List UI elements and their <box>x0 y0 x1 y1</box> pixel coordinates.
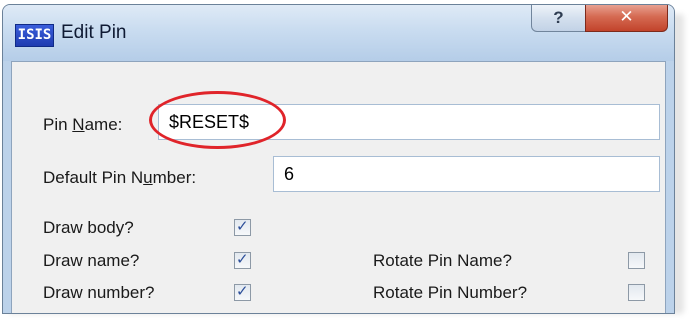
close-button[interactable]: ✕ <box>585 5 668 32</box>
help-button[interactable]: ? <box>531 5 586 32</box>
edit-pin-dialog: ISIS Edit Pin ? ✕ Pin Name: $RESET$ Defa… <box>2 4 675 314</box>
pin-name-label: Pin Name: <box>43 115 123 134</box>
draw-number-checkbox[interactable]: ✓ <box>234 282 251 301</box>
pin-name-input[interactable]: $RESET$ <box>158 104 660 140</box>
check-icon: ✓ <box>236 250 249 268</box>
default-pin-number-input[interactable]: 6 <box>273 156 660 192</box>
draw-number-label: Draw number? <box>43 283 155 302</box>
pin-number-accelerator: u <box>143 168 153 187</box>
isis-app-icon: ISIS <box>15 24 54 47</box>
rotate-pin-number-label: Rotate Pin Number? <box>373 283 528 302</box>
help-icon: ? <box>553 8 564 27</box>
rotate-pin-name-checkbox[interactable] <box>628 252 645 269</box>
check-icon: ✓ <box>236 217 249 235</box>
check-icon: ✓ <box>236 282 249 300</box>
draw-body-label: Draw body? <box>43 218 134 237</box>
draw-body-checkbox[interactable]: ✓ <box>234 217 251 236</box>
dialog-content: Pin Name: $RESET$ Default Pin Number: 6 … <box>11 61 666 313</box>
close-icon: ✕ <box>619 7 634 27</box>
pin-name-accelerator: N <box>72 115 85 134</box>
rotate-pin-number-checkbox[interactable] <box>628 284 645 301</box>
title-bar[interactable]: ISIS Edit Pin ? ✕ <box>3 5 674 61</box>
draw-name-label: Draw name? <box>43 251 140 270</box>
default-pin-number-label: Default Pin Number: <box>43 168 197 187</box>
draw-name-checkbox[interactable]: ✓ <box>234 250 251 269</box>
dialog-title: Edit Pin <box>61 22 127 43</box>
rotate-pin-name-label: Rotate Pin Name? <box>373 251 512 270</box>
